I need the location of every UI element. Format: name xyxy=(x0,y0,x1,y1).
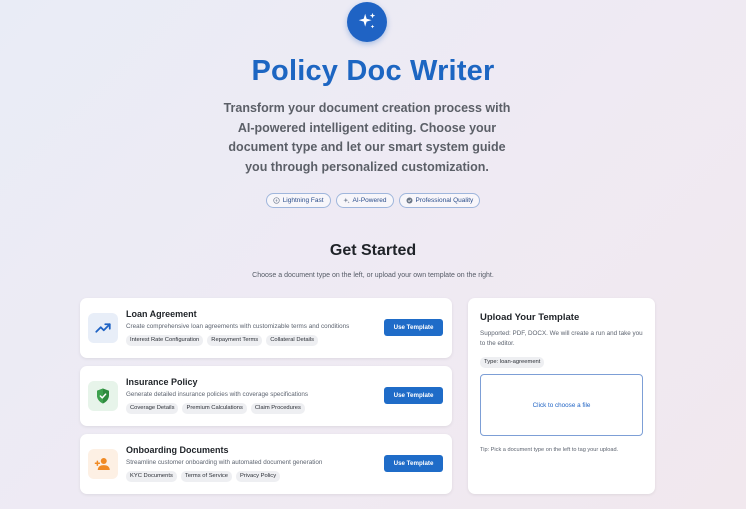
file-dropzone[interactable]: Click to choose a file xyxy=(480,374,643,436)
document-card-insurance-policy[interactable]: Insurance Policy Generate detailed insur… xyxy=(80,366,452,426)
upload-tip: Tip: Pick a document type on the left to… xyxy=(480,447,619,453)
sparkles-icon xyxy=(347,2,387,42)
card-tags: KYC Documents Terms of Service Privacy P… xyxy=(126,471,281,482)
page-subtitle: Transform your document creation process… xyxy=(223,101,511,174)
tag: Repayment Terms xyxy=(207,335,263,346)
badge-label: Lightning Fast xyxy=(282,197,324,204)
card-description: Streamline customer onboarding with auto… xyxy=(126,459,323,466)
tag: Premium Calculations xyxy=(182,403,247,414)
lightning-icon xyxy=(273,197,280,204)
choose-file-link[interactable]: Click to choose a file xyxy=(533,402,591,409)
card-description: Create comprehensive loan agreements wit… xyxy=(126,323,350,330)
feature-badges: Lightning Fast AI-Powered Professional Q… xyxy=(0,193,746,208)
page-title: Policy Doc Writer xyxy=(251,55,495,87)
badge-label: Professional Quality xyxy=(415,197,474,204)
use-template-button[interactable]: Use Template xyxy=(384,319,443,336)
card-tags: Interest Rate Configuration Repayment Te… xyxy=(126,335,319,346)
badge-professional-quality: Professional Quality xyxy=(398,193,481,208)
use-template-button[interactable]: Use Template xyxy=(384,387,443,404)
upload-title: Upload Your Template xyxy=(480,312,580,323)
card-description: Generate detailed insurance policies wit… xyxy=(126,391,309,398)
upload-description: Supported: PDF, DOCX. We will create a r… xyxy=(480,330,643,347)
shield-check-icon xyxy=(88,381,118,411)
document-card-loan-agreement[interactable]: Loan Agreement Create comprehensive loan… xyxy=(80,298,452,358)
tag: Claim Procedures xyxy=(250,403,305,414)
person-add-icon xyxy=(88,449,118,479)
trending-up-icon xyxy=(88,313,118,343)
tag: Collateral Details xyxy=(266,335,319,346)
tag: Coverage Details xyxy=(126,403,179,414)
document-card-onboarding-documents[interactable]: Onboarding Documents Streamline customer… xyxy=(80,434,452,494)
section-subtitle: Choose a document type on the left, or u… xyxy=(252,272,494,279)
upload-template-panel: Upload Your Template Supported: PDF, DOC… xyxy=(468,298,655,494)
card-title: Insurance Policy xyxy=(126,377,198,387)
card-title: Loan Agreement xyxy=(126,309,197,319)
badge-lightning-fast: Lightning Fast xyxy=(265,193,331,208)
badge-label: AI-Powered xyxy=(352,197,387,204)
tag: Interest Rate Configuration xyxy=(126,335,204,346)
sparkles-icon xyxy=(342,197,350,204)
badge-ai-powered: AI-Powered xyxy=(335,193,394,208)
card-title: Onboarding Documents xyxy=(126,445,229,455)
tag: KYC Documents xyxy=(126,471,177,482)
check-circle-icon xyxy=(405,197,413,204)
use-template-button[interactable]: Use Template xyxy=(384,455,443,472)
tag: Privacy Policy xyxy=(236,471,281,482)
card-tags: Coverage Details Premium Calculations Cl… xyxy=(126,403,305,414)
section-title: Get Started xyxy=(329,242,417,259)
tag: Terms of Service xyxy=(180,471,233,482)
type-tag: Type: loan-agreement xyxy=(480,357,545,368)
